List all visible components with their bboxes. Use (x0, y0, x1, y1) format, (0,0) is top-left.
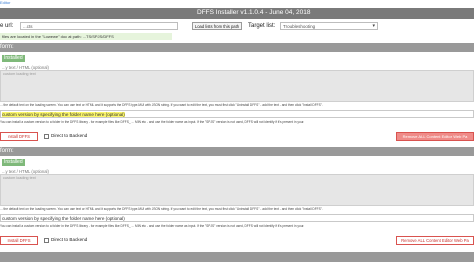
section-header-1: form: (0, 43, 474, 52)
site-url-label: e url: (0, 23, 14, 29)
custom-version-description: You can install a custom version to a fo… (0, 224, 305, 228)
custom-version-input[interactable]: custom version by specifying the folder … (0, 110, 474, 118)
direct-to-backend-checkbox[interactable] (44, 238, 49, 243)
page-title: DFFS Installer v1.1.0.4 - June 04, 2018 (197, 9, 311, 16)
loading-text-description: ... the default text on the loading scre… (0, 103, 323, 107)
target-list-value: Troubleshooting (283, 24, 316, 29)
files-location-notice: files are located in the "Lowewe" doc at… (0, 33, 172, 40)
section-header-2: form: (0, 147, 474, 156)
loading-text-description: ... the default text on the loading scre… (0, 207, 323, 211)
status-badge: Installed (2, 159, 25, 166)
custom-version-input[interactable]: custom version by specifying the folder … (0, 214, 474, 222)
install-dffs-button[interactable]: Install DFFS (0, 236, 38, 245)
section-header-3 (0, 252, 474, 262)
loading-text-textarea[interactable]: custom loading text (0, 174, 474, 206)
brand-link[interactable]: Editor (0, 0, 10, 5)
target-list-select[interactable]: Troubleshooting ▾ (280, 22, 378, 30)
loading-text-textarea[interactable]: custom loading text (0, 70, 474, 102)
status-badge: Installed (2, 55, 25, 62)
load-lists-button[interactable]: Load lists from this path (192, 22, 242, 30)
custom-version-description: You can install a custom version to a fo… (0, 120, 305, 124)
remove-web-parts-button[interactable]: Remove ALL Content Editor Web Pa (396, 236, 474, 245)
loading-text-placeholder: custom loading text (3, 176, 36, 180)
install-dffs-button[interactable]: nstall DFFS (0, 132, 38, 141)
target-list-label: Target list: (248, 23, 276, 29)
direct-to-backend-checkbox[interactable] (44, 134, 49, 139)
direct-to-backend-label: Direct to Backend (51, 237, 88, 242)
site-url-input[interactable]: ...cts (20, 22, 178, 30)
section-title: form: (0, 44, 14, 50)
title-bar: DFFS Installer v1.1.0.4 - June 04, 2018 (0, 8, 474, 19)
chevron-down-icon: ▾ (372, 23, 375, 29)
direct-to-backend-label: Direct to Backend (51, 133, 88, 138)
section-title: form: (0, 148, 14, 154)
remove-web-parts-button[interactable]: Remove ALL Content Editor Web Pa (396, 132, 474, 141)
loading-text-placeholder: custom loading text (3, 72, 36, 76)
custom-version-value: custom version by specifying the folder … (2, 112, 125, 117)
custom-version-value: custom version by specifying the folder … (2, 216, 125, 221)
